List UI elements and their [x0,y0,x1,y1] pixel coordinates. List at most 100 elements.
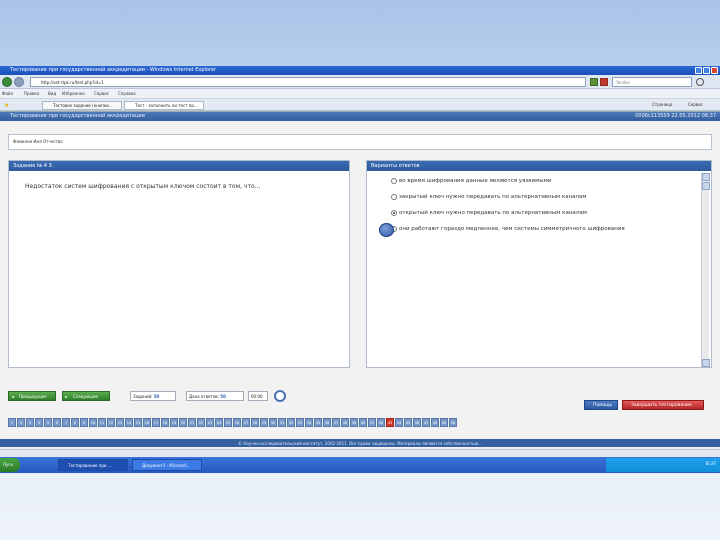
page-button[interactable]: 45 [404,418,412,427]
answer-option-3[interactable]: открытый ключ нужно передавать по альтер… [391,210,587,216]
page-button[interactable]: 23 [206,418,214,427]
close-button[interactable] [711,67,718,74]
page-button[interactable]: 43 [386,418,394,427]
tools-service-menu[interactable]: Сервис [688,102,703,107]
menu-item-favorites[interactable]: Избранное [62,91,85,96]
page-button[interactable]: 44 [395,418,403,427]
tabs-bar: ★ Тестовое задание (кнопки... Тест - зап… [0,99,720,111]
page-button[interactable]: 38 [341,418,349,427]
page-button[interactable]: 47 [422,418,430,427]
page-button[interactable]: 14 [125,418,133,427]
search-icon[interactable] [696,78,704,86]
next-button[interactable]: Следующее [62,391,110,401]
page-button[interactable]: 21 [188,418,196,427]
page-button[interactable]: 3 [26,418,34,427]
page-button[interactable]: 48 [431,418,439,427]
page-button[interactable]: 40 [359,418,367,427]
task-panel: Задание № 4 3. Недостаток систем шифрова… [8,160,350,368]
page-button[interactable]: 50 [449,418,457,427]
tab-test-task[interactable]: Тестовое задание (кнопки... [42,101,122,110]
question-pager: 1 2 3 4 5 6 7 8 9 10 11 12 13 14 15 16 17 18 19 20 21 22 23 24 2… [8,418,457,428]
page-button[interactable]: 29 [260,418,268,427]
page-button[interactable]: 30 [269,418,277,427]
app-header: Тестирование при государственной аккреди… [0,112,720,121]
page-button[interactable]: 24 [215,418,223,427]
prev-button[interactable]: Предыдущее [8,391,56,401]
answered-label: Дано ответов: [189,394,219,399]
page-button[interactable]: 10 [89,418,97,427]
start-button[interactable]: Пуск [0,458,20,472]
page-button[interactable]: 33 [296,418,304,427]
page-button[interactable]: 35 [314,418,322,427]
page-button[interactable]: 25 [224,418,232,427]
menu-item-help[interactable]: Справка [118,91,136,96]
answer-option-2[interactable]: закрытый ключ нужно передавать по альтер… [391,194,587,200]
user-panel: Фамилия Имя Отчество [8,134,712,150]
tools-page-menu[interactable]: Страница [652,102,673,107]
scroll-up-icon[interactable] [702,173,710,181]
page-button[interactable]: 31 [278,418,286,427]
scroll-down-icon[interactable] [702,359,710,367]
page-button[interactable]: 11 [98,418,106,427]
menu-item-tools[interactable]: Сервис [94,91,109,96]
answer-option-4[interactable]: они работают гораздо медленнее, чем сист… [391,226,625,232]
page-button[interactable]: 27 [242,418,250,427]
forward-button[interactable] [14,77,24,87]
page-button[interactable]: 5 [44,418,52,427]
help-button[interactable]: Помощь [584,400,618,410]
page-button[interactable]: 19 [170,418,178,427]
page-button[interactable]: 34 [305,418,313,427]
finish-test-button[interactable]: Завершить тестирование [622,400,704,410]
taskbar-item-word[interactable]: Документ1 - Microsof... [132,459,202,471]
user-name: Фамилия Имя Отчество [13,139,63,144]
answer-radio-1[interactable] [391,178,397,184]
menu-item-view[interactable]: Вид [48,91,56,96]
page-button[interactable]: 4 [35,418,43,427]
scroll-thumb[interactable] [702,182,710,190]
system-tray: 8:37 [606,458,720,472]
page-button[interactable]: 17 [152,418,160,427]
page-button[interactable]: 9 [80,418,88,427]
page-button[interactable]: 22 [197,418,205,427]
url-input[interactable]: http://ast-rtpk.ru/test.php?id=1 [30,77,586,87]
page-button[interactable]: 37 [332,418,340,427]
answer-radio-3[interactable] [391,210,397,216]
page-button[interactable]: 20 [179,418,187,427]
back-button[interactable] [2,77,12,87]
total-value: 50 [153,394,160,399]
page-button[interactable]: 2 [17,418,25,427]
task-header: Задание № 4 3. [9,161,349,171]
page-button[interactable]: 15 [134,418,142,427]
page-button[interactable]: 36 [323,418,331,427]
page-button[interactable]: 39 [350,418,358,427]
page-button[interactable]: 49 [440,418,448,427]
page-button[interactable]: 7 [62,418,70,427]
page-button[interactable]: 28 [251,418,259,427]
favorites-star-icon[interactable]: ★ [4,102,9,109]
answers-scrollbar[interactable] [701,173,710,367]
maximize-button[interactable] [703,67,710,74]
reload-icon[interactable] [274,390,286,402]
page-button[interactable]: 41 [368,418,376,427]
page-button[interactable]: 1 [8,418,16,427]
tab-test-fill[interactable]: Тест - заполнить ли тест пр... [124,101,204,110]
search-input[interactable]: Yandex [612,77,692,87]
menu-item-edit[interactable]: Правка [24,91,39,96]
taskbar-item-browser[interactable]: Тестирование при ... [58,459,128,471]
menu-item-file[interactable]: Файл [2,91,13,96]
page-button[interactable]: 18 [161,418,169,427]
minimize-button[interactable] [695,67,702,74]
page-button[interactable]: 13 [116,418,124,427]
page-button[interactable]: 8 [71,418,79,427]
page-button[interactable]: 46 [413,418,421,427]
page-button[interactable]: 42 [377,418,385,427]
answer-option-1[interactable]: во время шифрования данные являются уязв… [391,178,551,184]
page-button[interactable]: 32 [287,418,295,427]
page-button[interactable]: 16 [143,418,151,427]
page-button[interactable]: 6 [53,418,61,427]
stop-icon[interactable] [600,78,608,86]
refresh-icon[interactable] [590,78,598,86]
answer-radio-2[interactable] [391,194,397,200]
page-button[interactable]: 12 [107,418,115,427]
page-button[interactable]: 26 [233,418,241,427]
